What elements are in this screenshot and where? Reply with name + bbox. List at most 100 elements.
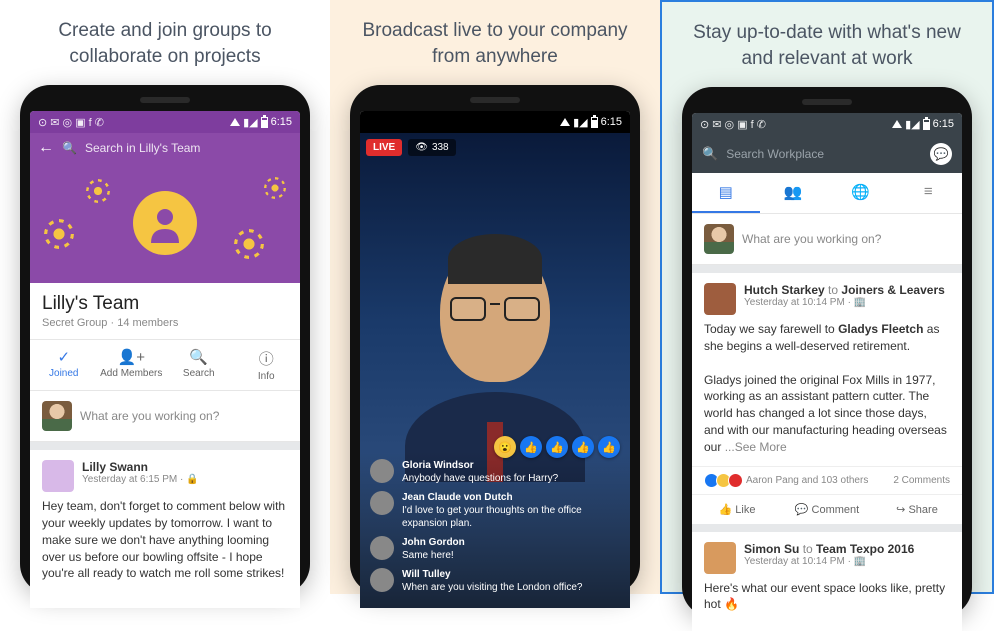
post-body: Here's what our event space looks like, … xyxy=(704,580,950,614)
post-byline[interactable]: Simon Su to Team Texpo 2016 xyxy=(744,542,914,556)
tab-menu[interactable]: ≡ xyxy=(895,173,963,213)
live-comments[interactable]: Gloria WindsorAnybody have questions for… xyxy=(360,451,630,608)
live-badge: LIVE xyxy=(366,139,402,156)
battery-icon xyxy=(261,117,268,128)
feed-post[interactable]: Hutch Starkey to Joiners & Leavers Yeste… xyxy=(692,273,962,465)
search-placeholder: Search Workplace xyxy=(726,147,922,161)
wifi-icon xyxy=(892,120,902,128)
back-arrow-icon[interactable]: ← xyxy=(38,139,54,157)
statusbar-right: ▮◢6:15 xyxy=(560,116,622,129)
viewer-number: 338 xyxy=(432,142,449,153)
reactions-row[interactable]: Aaron Pang and 103 others 2 Comments xyxy=(692,466,962,495)
joined-label: Joined xyxy=(49,368,78,379)
comment-count[interactable]: 2 Comments xyxy=(893,475,950,486)
commenter-avatar xyxy=(370,459,394,483)
add-person-icon: 👤+ xyxy=(98,348,166,366)
live-badges: LIVE 👁338 xyxy=(366,139,456,156)
composer-placeholder: What are you working on? xyxy=(80,409,219,423)
battery-icon xyxy=(591,117,598,128)
panel-live: Broadcast live to your company from anyw… xyxy=(330,0,660,594)
composer-placeholder: What are you working on? xyxy=(742,232,881,246)
commenter-avatar xyxy=(370,491,394,515)
group-meta: Secret Group · 14 members xyxy=(42,317,288,329)
post-actions: 👍 Like 💬 Comment ↪ Share xyxy=(692,495,962,524)
wifi-icon xyxy=(560,118,570,126)
group-search-input[interactable] xyxy=(85,141,292,155)
screen-live: ▮◢6:15 LIVE 👁338 😮 👍 👍 xyxy=(360,111,630,608)
statusbar-left-icons: ⊙ ✉ ◎ ▣ f ✆ xyxy=(38,116,104,129)
live-comment[interactable]: Will TulleyWhen are you visiting the Lon… xyxy=(370,568,620,594)
check-icon: ✓ xyxy=(30,348,98,366)
see-more-link[interactable]: ...See More xyxy=(725,440,787,454)
gear-icon xyxy=(90,183,106,199)
tab-feed[interactable]: ▤ xyxy=(692,173,760,213)
tab-notifications[interactable]: 🌐 xyxy=(827,173,895,213)
search-bar[interactable]: 🔍 Search Workplace 💬 xyxy=(692,135,962,173)
wifi-icon xyxy=(230,118,240,126)
commenter-name: Will Tulley xyxy=(402,568,583,581)
group-title: Lilly's Team xyxy=(42,293,288,315)
live-comment[interactable]: Gloria WindsorAnybody have questions for… xyxy=(370,459,620,485)
caption-groups: Create and join groups to collaborate on… xyxy=(25,18,305,69)
like-button[interactable]: 👍 Like xyxy=(692,495,782,524)
composer[interactable]: What are you working on? xyxy=(30,391,300,442)
search-icon[interactable]: 🔍 xyxy=(62,141,77,155)
comment-text: Same here! xyxy=(402,550,454,561)
chat-icon[interactable]: 💬 xyxy=(930,143,952,165)
cover-decoration xyxy=(30,163,300,283)
screen-groups: ⊙ ✉ ◎ ▣ f ✆ ▮◢6:15 ← 🔍 xyxy=(30,111,300,608)
post-avatar[interactable] xyxy=(704,542,736,574)
clock: 6:15 xyxy=(271,116,292,128)
search-icon: 🔍 xyxy=(165,348,233,366)
joined-button[interactable]: ✓ Joined xyxy=(30,340,98,390)
user-avatar xyxy=(704,224,734,254)
feed-post[interactable]: Simon Su to Team Texpo 2016 Yesterday at… xyxy=(692,532,962,624)
post-author[interactable]: Lilly Swann xyxy=(82,460,199,474)
post-body: Today we say farewell to Gladys Fleetch … xyxy=(704,321,950,455)
statusbar: ⊙ ✉ ◎ ▣ f ✆ ▮◢6:15 xyxy=(30,111,300,133)
divider xyxy=(30,442,300,450)
search-button[interactable]: 🔍Search xyxy=(165,340,233,390)
post-byline[interactable]: Hutch Starkey to Joiners & Leavers xyxy=(744,283,945,297)
gear-icon xyxy=(48,223,70,245)
statusbar-right: ▮◢6:15 xyxy=(892,118,954,131)
group-avatar xyxy=(133,191,197,255)
post-avatar[interactable] xyxy=(42,460,74,492)
composer[interactable]: What are you working on? xyxy=(692,214,962,265)
glasses-icon xyxy=(448,297,542,325)
gear-icon xyxy=(238,233,260,255)
comment-text: Anybody have questions for Harry? xyxy=(402,473,558,484)
comment-text: I'd love to get your thoughts on the off… xyxy=(402,505,582,529)
panel-groups: Create and join groups to collaborate on… xyxy=(0,0,330,594)
live-comment[interactable]: John GordonSame here! xyxy=(370,536,620,562)
info-label: Info xyxy=(258,371,275,382)
phone-frame: ⊙ ✉ ◎ ▣ f ✆ ▮◢6:15 ← 🔍 xyxy=(20,85,310,594)
panel-feed: Stay up-to-date with what's new and rele… xyxy=(660,0,994,594)
phone-frame: ⊙ ✉ ◎ ▣ f ✆ ▮◢6:15 🔍 Search Workplace 💬 … xyxy=(682,87,972,617)
share-button[interactable]: ↪ Share xyxy=(872,495,962,524)
tab-bar: ▤ 👥 🌐 ≡ xyxy=(692,173,962,214)
add-members-button[interactable]: 👤+Add Members xyxy=(98,340,166,390)
post-time: Yesterday at 10:14 PM · 🏢 xyxy=(744,556,914,567)
clock: 6:15 xyxy=(933,118,954,130)
commenter-avatar xyxy=(370,536,394,560)
post-header: Lilly Swann Yesterday at 6:15 PM · 🔒 xyxy=(42,460,288,492)
reaction-text[interactable]: Aaron Pang and 103 others xyxy=(746,475,868,486)
battery-icon xyxy=(923,119,930,130)
live-video[interactable]: LIVE 👁338 😮 👍 👍 👍 👍 xyxy=(360,133,630,608)
group-search-bar[interactable]: ← 🔍 xyxy=(30,133,300,163)
clock: 6:15 xyxy=(601,116,622,128)
love-icon xyxy=(728,473,743,488)
tab-groups[interactable]: 👥 xyxy=(760,173,828,213)
live-comment[interactable]: Jean Claude von DutchI'd love to get you… xyxy=(370,491,620,530)
comment-button[interactable]: 💬 Comment xyxy=(782,495,872,524)
comment-text: When are you visiting the London office? xyxy=(402,582,583,593)
commenter-name: Gloria Windsor xyxy=(402,459,558,472)
post-header: Hutch Starkey to Joiners & Leavers Yeste… xyxy=(704,283,950,315)
post-avatar[interactable] xyxy=(704,283,736,315)
search-icon: 🔍 xyxy=(702,146,718,162)
phone-speaker xyxy=(470,97,520,103)
info-button[interactable]: ⓘInfo xyxy=(233,340,301,390)
hair xyxy=(448,234,542,284)
post[interactable]: Lilly Swann Yesterday at 6:15 PM · 🔒 Hey… xyxy=(30,450,300,592)
